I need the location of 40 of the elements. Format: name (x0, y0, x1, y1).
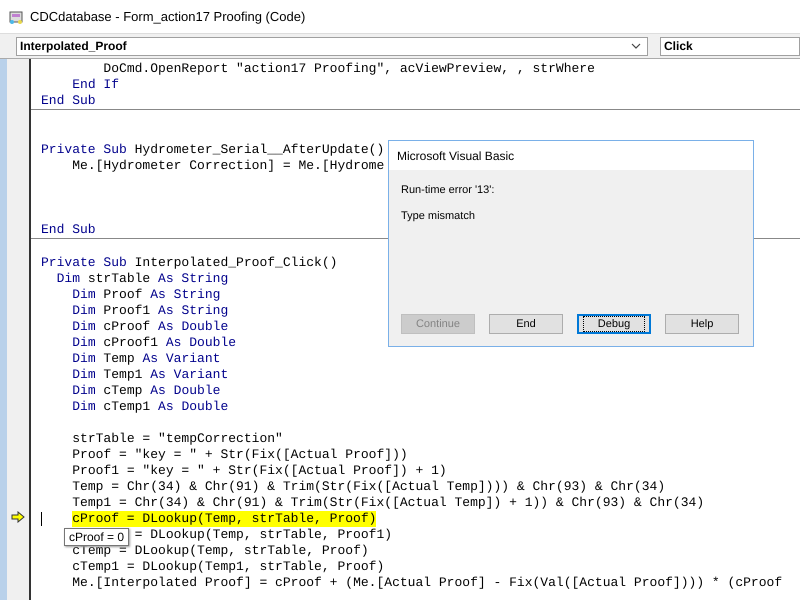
object-dropdown[interactable]: Interpolated_Proof (16, 36, 648, 56)
value-tooltip: cProof = 0 (64, 528, 130, 546)
code-line: Dim Proof As String (72, 287, 220, 303)
code-line: cTemp = DLookup(Temp, strTable, Proof) (72, 543, 369, 559)
code-line: DoCmd.OpenReport "action17 Proofing", acViewPreview, , strWhere (103, 61, 595, 77)
error-code: Run-time error '13': (401, 184, 496, 196)
code-line: strTable = "tempCorrection" (72, 431, 283, 447)
code-line: Dim cProof1 As Double (72, 335, 236, 351)
dialog-button[interactable]: End (489, 314, 563, 334)
code-line: Me.[Hydrometer Correction] = Me.[Hydrome (72, 158, 384, 174)
code-line: Dim strTable As String (56, 271, 228, 287)
app-icon (8, 8, 24, 24)
procedure-dropdown[interactable]: Click (660, 36, 800, 56)
code-line: End If (72, 77, 120, 93)
window-title: CDCdatabase - Form_action17 Proofing (Code) (30, 9, 306, 24)
code-line: Me.[Interpolated Proof] = cProof + (Me.[Actual Proof] - Fix(Val([Actual Proof]))) * (cProof (72, 575, 782, 591)
code-line: Private Sub Hydrometer_Serial__AfterUpdate() (41, 142, 384, 158)
code-line: End Sub (41, 222, 96, 238)
code-line: cTemp1 = DLookup(Temp1, strTable, Proof) (72, 559, 384, 575)
object-name: Interpolated_Proof (20, 39, 127, 53)
code-line: Proof = "key = " + Str(Fix([Actual Proof])) (72, 447, 408, 463)
code-line: Dim Temp As Variant (72, 351, 220, 367)
code-line: Private Sub Interpolated_Proof_Click() (41, 255, 338, 271)
code-line: Dim cProof As Double (72, 319, 228, 335)
dialog-button[interactable]: Help (665, 314, 739, 334)
code-line: Proof1 = "key = " + Str(Fix([Actual Proof]) + 1) (72, 463, 447, 479)
code-line: End Sub (41, 93, 96, 109)
code-line: Dim cTemp As Double (72, 383, 220, 399)
error-message: Type mismatch (401, 210, 476, 222)
code-line: Dim cTemp1 As Double (72, 399, 228, 415)
dialog-title: Microsoft Visual Basic (389, 141, 753, 170)
code-line: Dim Proof1 As String (72, 303, 228, 319)
text-caret (41, 512, 42, 526)
procedure-name: Click (664, 39, 693, 53)
code-line: = DLookup(Temp, strTable, Proof1) (134, 527, 392, 543)
code-line: Dim Temp1 As Variant (72, 367, 228, 383)
code-line: Temp1 = Chr(34) & Chr(91) & Trim(Str(Fix([Actual Temp]) + 1)) & Chr(93) & Chr(34) (72, 495, 704, 511)
code-line: Temp = Chr(34) & Chr(91) & Trim(Str(Fix([Actual Temp]))) & Chr(93) & Chr(34) (72, 479, 666, 495)
execution-arrow-icon (11, 511, 25, 523)
dialog-button[interactable]: Debug (577, 314, 651, 334)
